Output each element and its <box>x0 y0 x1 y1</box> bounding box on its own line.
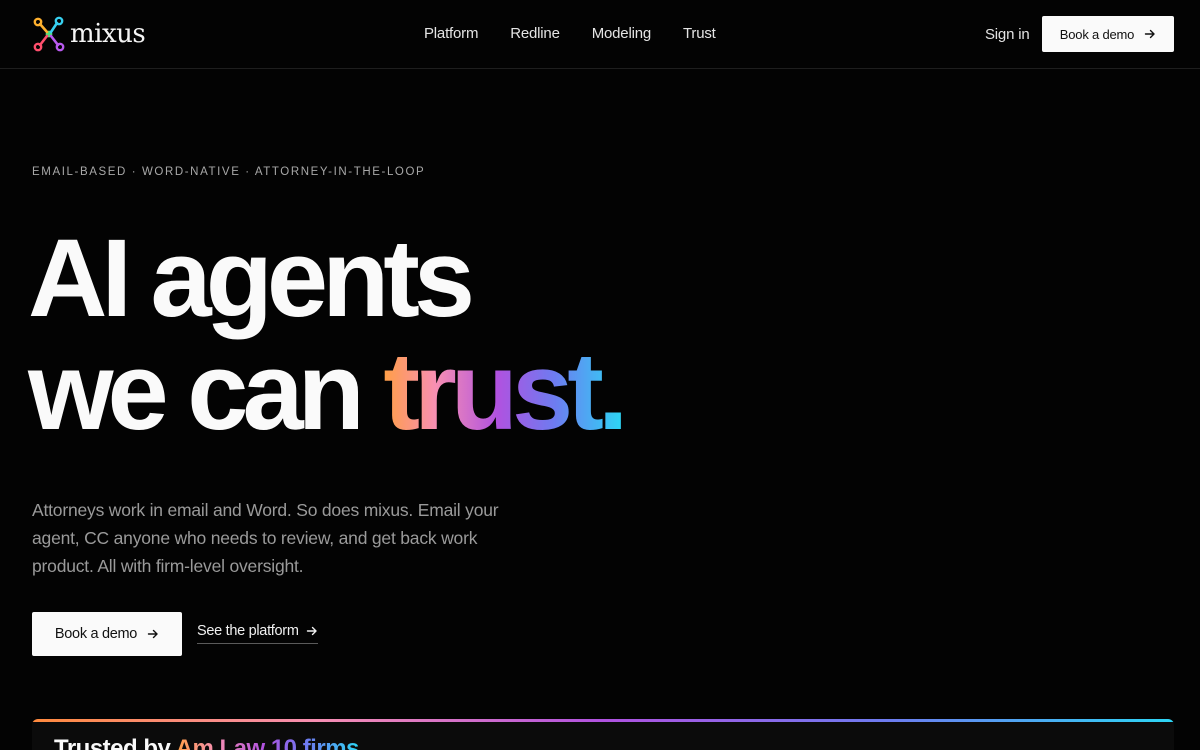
brand-name: mixus <box>70 19 146 49</box>
hero-eyebrow: EMAIL-BASED · WORD-NATIVE · ATTORNEY-IN-… <box>32 166 426 178</box>
see-platform-link[interactable]: See the platform <box>197 623 318 644</box>
headline-plain: we can <box>28 330 365 453</box>
brand-logo[interactable]: mixus <box>32 16 146 52</box>
arrow-right-icon <box>147 629 158 639</box>
primary-nav: Platform Redline Modeling Trust <box>424 25 716 42</box>
book-demo-label: Book a demo <box>54 626 138 642</box>
hero-headline: AI agents we can trust. <box>28 217 628 448</box>
trusted-by-panel: Trusted by Am Law 10 firms <box>32 719 1174 750</box>
nav-link-modeling[interactable]: Modeling <box>592 25 651 42</box>
mixus-logo-icon <box>33 16 65 52</box>
arrow-right-icon <box>306 626 317 636</box>
nav-link-redline[interactable]: Redline <box>510 25 560 42</box>
trusted-by-heading: Trusted by Am Law 10 firms <box>54 735 359 750</box>
book-demo-button-hero[interactable]: Book a demo <box>32 612 182 656</box>
book-demo-label: Book a demo <box>1059 26 1135 42</box>
top-nav: mixus Platform Redline Modeling Trust Si… <box>0 0 1200 69</box>
headline-gradient-word: trust. <box>383 330 628 453</box>
hero-lede: Attorneys work in email and Word. So doe… <box>32 500 499 576</box>
trusted-highlight: Am Law 10 firms <box>176 735 360 750</box>
headline-line-1: AI agents <box>28 217 475 340</box>
nav-link-platform[interactable]: Platform <box>424 25 478 42</box>
trusted-prefix: Trusted by <box>54 735 171 750</box>
arrow-right-icon <box>1145 29 1155 39</box>
see-platform-label: See the platform <box>197 623 299 639</box>
nav-link-trust[interactable]: Trust <box>683 25 716 42</box>
book-demo-button-nav[interactable]: Book a demo <box>1042 16 1174 52</box>
sign-in-link[interactable]: Sign in <box>985 26 1030 43</box>
headline-line-2: we can trust. <box>28 335 628 448</box>
